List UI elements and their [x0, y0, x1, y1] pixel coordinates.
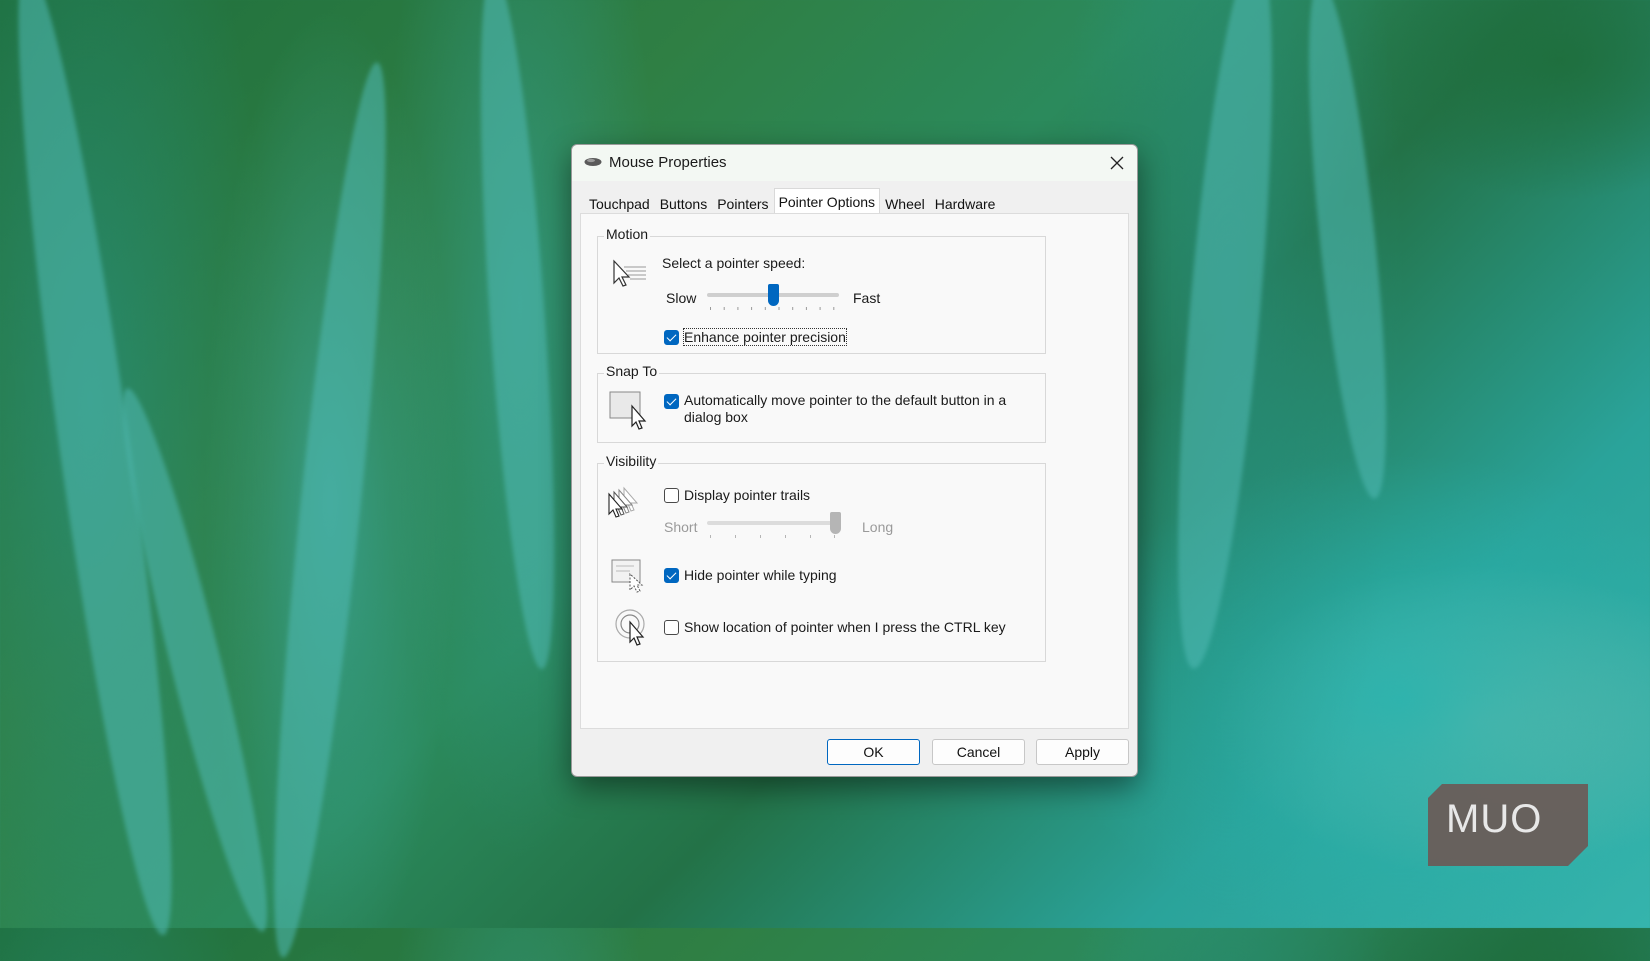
wallpaper-river	[1292, 0, 1403, 502]
show-location-label[interactable]: Show location of pointer when I press th…	[684, 619, 1006, 635]
wallpaper-river	[253, 59, 407, 961]
cancel-button[interactable]: Cancel	[932, 739, 1025, 765]
tab-strip: Touchpad Buttons Pointers Pointer Option…	[584, 188, 1000, 216]
hide-pointer-checkbox[interactable]	[664, 568, 679, 583]
wallpaper-river	[465, 0, 570, 672]
wallpaper-river	[0, 0, 198, 941]
hide-pointer-label[interactable]: Hide pointer while typing	[684, 567, 837, 583]
motion-group: Motion Select a pointer speed: Slow Fast…	[597, 226, 1046, 354]
trail-length-track	[707, 521, 839, 525]
snap-to-checkbox[interactable]	[664, 394, 679, 409]
enhance-precision-label[interactable]: Enhance pointer precision	[683, 328, 847, 346]
wallpaper-river	[1158, 0, 1292, 672]
show-location-checkbox[interactable]	[664, 620, 679, 635]
muo-logo-text: MUO	[1446, 797, 1543, 841]
pointer-trails-label[interactable]: Display pointer trails	[684, 487, 810, 503]
snap-to-group-title: Snap To	[604, 363, 660, 379]
muo-watermark: MUO	[1428, 784, 1588, 866]
pointer-speed-icon	[613, 259, 646, 287]
hide-pointer-icon	[611, 559, 644, 593]
close-icon	[1110, 156, 1124, 170]
pointer-speed-label: Select a pointer speed:	[662, 255, 806, 271]
motion-group-title: Motion	[604, 226, 651, 242]
title-bar[interactable]: Mouse Properties	[572, 145, 1137, 181]
slow-label: Slow	[666, 290, 697, 306]
window-title: Mouse Properties	[609, 154, 727, 171]
enhance-precision-checkbox[interactable]	[664, 330, 679, 345]
trail-length-thumb	[830, 512, 841, 534]
mouse-properties-dialog: Mouse Properties Touchpad Buttons Pointe…	[571, 144, 1138, 777]
pointer-options-panel: Motion Select a pointer speed: Slow Fast…	[580, 213, 1129, 729]
snap-to-label-line2[interactable]: dialog box	[684, 409, 748, 425]
pointer-trails-checkbox[interactable]	[664, 488, 679, 503]
long-label: Long	[862, 519, 894, 535]
short-label: Short	[664, 519, 698, 535]
snap-to-icon	[609, 391, 647, 430]
pointer-trails-icon	[608, 486, 639, 518]
ok-button[interactable]: OK	[827, 739, 920, 765]
visibility-group-title: Visibility	[604, 453, 659, 469]
trail-length-ticks	[710, 535, 835, 538]
close-button[interactable]	[1101, 149, 1133, 177]
apply-button[interactable]: Apply	[1036, 739, 1129, 765]
show-location-icon	[615, 609, 645, 646]
tab-pointer-options[interactable]: Pointer Options	[773, 188, 881, 216]
visibility-group: Visibility Display pointer trails Short …	[597, 453, 1046, 662]
mouse-icon	[584, 158, 602, 166]
pointer-speed-ticks	[710, 307, 835, 310]
snap-to-label-line1[interactable]: Automatically move pointer to the defaul…	[684, 392, 1006, 408]
pointer-speed-thumb[interactable]	[768, 284, 779, 306]
fast-label: Fast	[853, 290, 881, 306]
snap-to-group: Snap To Automatically move pointer to th…	[597, 363, 1046, 443]
